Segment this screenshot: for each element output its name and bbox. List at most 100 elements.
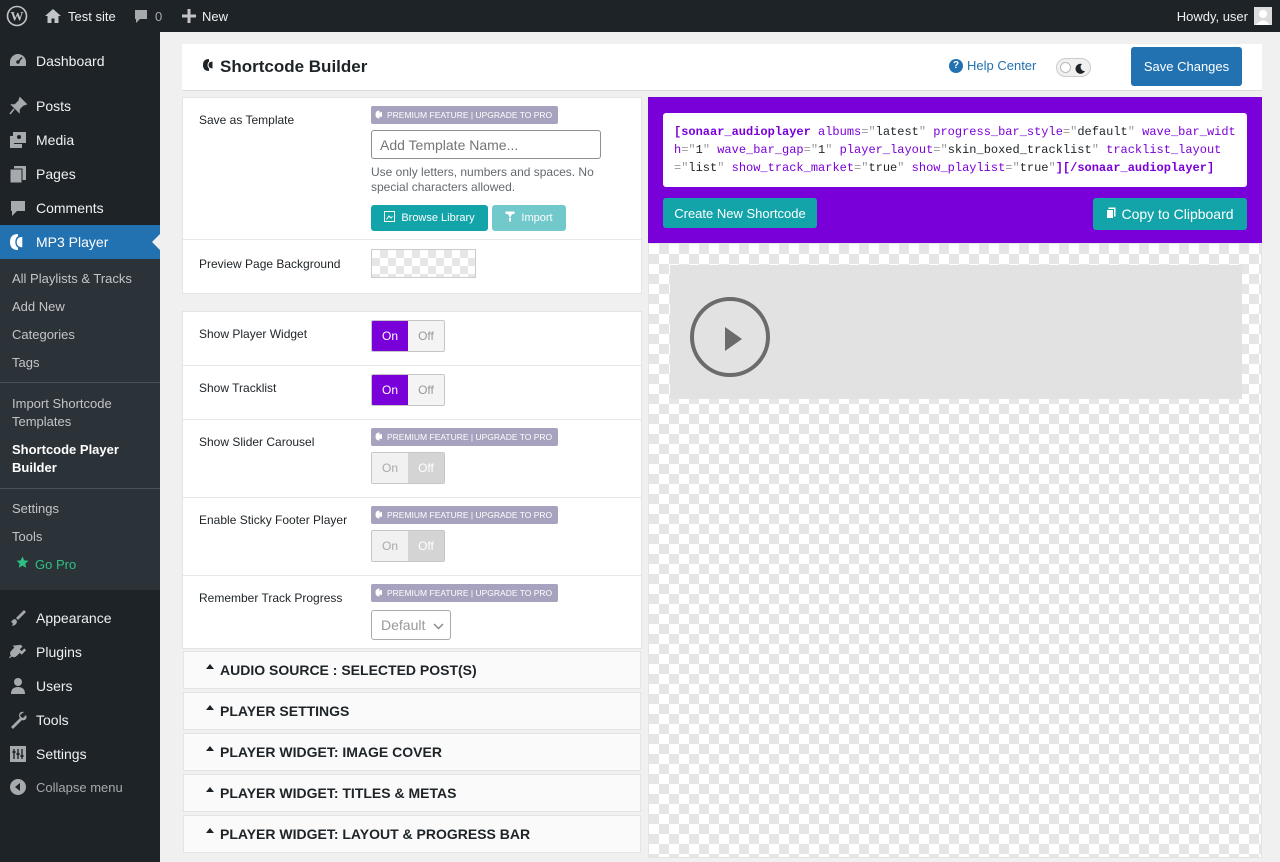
menu-media[interactable]: Media — [0, 123, 160, 157]
submenu-tags[interactable]: Tags — [12, 354, 39, 372]
attr-quote: " — [918, 125, 927, 139]
sonaar-logo-icon — [375, 588, 384, 599]
premium-badge: PREMIUM FEATURE | UPGRADE TO PRO — [371, 506, 559, 524]
menu-label: Collapse menu — [36, 779, 123, 795]
account-menu[interactable]: Howdy, user — [1177, 0, 1272, 32]
premium-badge: PREMIUM FEATURE | UPGRADE TO PRO — [371, 584, 559, 602]
remember-progress-label: Remember Track Progress — [199, 591, 343, 605]
save-changes-button[interactable]: Save Changes — [1131, 47, 1242, 86]
admin-sidebar: Dashboard Posts Media Pages Comments MP3… — [0, 32, 160, 862]
plus-icon — [182, 9, 196, 23]
dark-mode-toggle[interactable] — [1056, 58, 1091, 77]
menu-users[interactable]: Users — [0, 669, 160, 703]
attr-value: latest — [875, 125, 919, 139]
comment-bubble-icon — [133, 9, 149, 24]
template-help-text: Use only letters, numbers and spaces. No… — [371, 165, 594, 194]
toggle-off[interactable]: Off — [408, 321, 444, 351]
attr-value: skin_boxed_tracklist — [947, 143, 1092, 157]
submenu-settings[interactable]: Settings — [12, 500, 59, 518]
save-template-label: Save as Template — [199, 113, 295, 127]
greeting: Howdy, user — [1176, 8, 1248, 24]
section-layout-progress[interactable]: PLAYER WIDGET: LAYOUT & PROGRESS BAR — [183, 815, 641, 853]
copy-icon — [1106, 206, 1116, 222]
background-color-picker[interactable] — [371, 249, 476, 278]
menu-comments[interactable]: Comments — [0, 191, 160, 225]
menu-mp3-player[interactable]: MP3 Player — [0, 225, 160, 259]
attr-quote: " — [717, 161, 725, 175]
sticky-footer-row: Enable Sticky Footer Player PREMIUM FEAT… — [183, 498, 641, 576]
attr-equals: =" — [1062, 125, 1078, 139]
menu-tools[interactable]: Tools — [0, 703, 160, 737]
import-label: Import — [521, 212, 553, 224]
menu-dashboard[interactable]: Dashboard — [0, 44, 160, 78]
site-name-link[interactable]: Test site — [44, 0, 116, 32]
submenu-import-templates[interactable]: Import Shortcode Templates — [12, 395, 142, 431]
new-label: New — [202, 8, 229, 24]
submenu-add-new[interactable]: Add New — [12, 298, 65, 316]
wordpress-logo-icon[interactable]: W — [6, 0, 28, 32]
play-button[interactable] — [690, 297, 770, 377]
toggle-on[interactable]: On — [372, 375, 408, 405]
menu-label: Dashboard — [36, 53, 105, 69]
new-content-link[interactable]: New — [182, 0, 228, 32]
section-image-cover[interactable]: PLAYER WIDGET: IMAGE COVER — [183, 733, 641, 771]
submenu-separator — [0, 382, 160, 383]
media-icon — [0, 130, 36, 150]
plug-icon — [0, 642, 36, 662]
page-title: Shortcode Builder — [202, 57, 367, 77]
submenu-separator — [0, 488, 160, 489]
menu-pages[interactable]: Pages — [0, 157, 160, 191]
toggle-off[interactable]: Off — [408, 531, 444, 561]
site-name: Test site — [68, 8, 116, 24]
paintbrush-icon — [0, 608, 36, 628]
menu-appearance[interactable]: Appearance — [0, 601, 160, 635]
template-name-input[interactable] — [371, 130, 601, 159]
menu-label: Comments — [36, 200, 104, 216]
toggle-on[interactable]: On — [372, 453, 408, 483]
submenu-categories[interactable]: Categories — [12, 326, 75, 344]
attr-name: show_track_market — [731, 161, 855, 175]
create-new-shortcode-button[interactable]: Create New Shortcode — [663, 198, 817, 228]
attr-value: default — [1077, 125, 1128, 139]
help-center-link[interactable]: ? Help Center — [949, 58, 1036, 73]
go-pro-label: Go Pro — [35, 557, 77, 572]
submenu-tools[interactable]: Tools — [12, 528, 42, 546]
menu-posts[interactable]: Posts — [0, 89, 160, 123]
sonaar-logo-icon — [375, 432, 384, 443]
toggle-off[interactable]: Off — [408, 453, 444, 483]
submenu-go-pro[interactable]: Go Pro — [16, 556, 76, 574]
section-audio-source[interactable]: AUDIO SOURCE : SELECTED POST(S) — [183, 651, 641, 689]
toggle-on[interactable]: On — [372, 531, 408, 561]
sticky-footer-toggle[interactable]: On Off — [371, 530, 445, 562]
shortcode-panel: [sonaar_audioplayer albums="latest" prog… — [648, 97, 1262, 243]
menu-settings[interactable]: Settings — [0, 737, 160, 771]
moon-icon — [1075, 62, 1086, 77]
select-value: Default — [381, 617, 426, 633]
browse-library-button[interactable]: Browse Library — [371, 205, 488, 231]
premium-badge: PREMIUM FEATURE | UPGRADE TO PRO — [371, 428, 559, 446]
remember-progress-select[interactable]: Default — [371, 610, 451, 640]
comments-link[interactable]: 0 — [133, 0, 162, 32]
menu-plugins[interactable]: Plugins — [0, 635, 160, 669]
expand-arrow-icon — [206, 745, 214, 751]
section-player-settings[interactable]: PLAYER SETTINGS — [183, 692, 641, 730]
section-titles-metas[interactable]: PLAYER WIDGET: TITLES & METAS — [183, 774, 641, 812]
toggle-off[interactable]: Off — [408, 375, 444, 405]
submenu-shortcode-builder[interactable]: Shortcode Player Builder — [12, 441, 142, 477]
library-icon — [384, 211, 396, 225]
import-button[interactable]: Import — [492, 205, 566, 231]
show-slider-toggle[interactable]: On Off — [371, 452, 445, 484]
wrench-icon — [0, 710, 36, 730]
show-player-widget-toggle[interactable]: On Off — [371, 320, 445, 352]
menu-label: Pages — [36, 166, 76, 182]
collapse-menu-button[interactable]: Collapse menu — [0, 770, 160, 804]
toggle-on[interactable]: On — [372, 321, 408, 351]
page-title-text: Shortcode Builder — [220, 57, 368, 76]
preview-bg-label: Preview Page Background — [199, 257, 341, 271]
copy-to-clipboard-button[interactable]: Copy to Clipboard — [1093, 198, 1247, 230]
show-tracklist-toggle[interactable]: On Off — [371, 374, 445, 406]
submenu-all-playlists[interactable]: All Playlists & Tracks — [12, 270, 132, 288]
user-icon — [0, 676, 36, 696]
shortcode-text[interactable]: [sonaar_audioplayer albums="latest" prog… — [663, 113, 1247, 187]
attr-quote: " — [1127, 125, 1135, 139]
